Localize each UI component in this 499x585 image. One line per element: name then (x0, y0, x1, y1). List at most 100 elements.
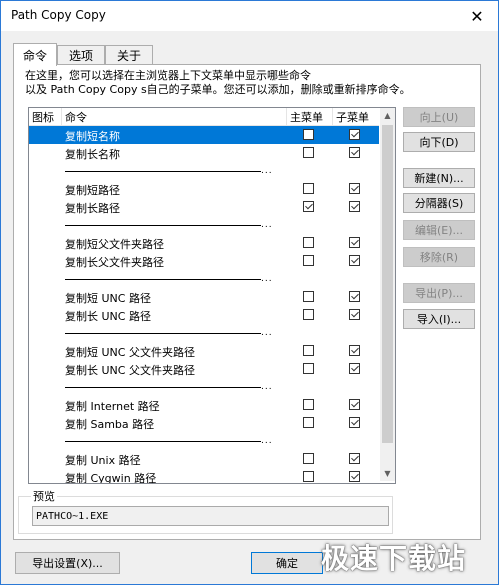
command-row[interactable]: 复制 Internet 路径 (29, 396, 379, 414)
main-menu-checkbox[interactable] (303, 345, 314, 356)
separator-dots: ... (261, 382, 273, 392)
separator-line (65, 387, 261, 388)
command-row[interactable]: 复制短父文件夹路径 (29, 234, 379, 252)
export-button[interactable]: 导出(P)... (403, 283, 475, 303)
main-menu-checkbox[interactable] (303, 417, 314, 428)
command-row[interactable]: 复制 Cygwin 路径 (29, 468, 379, 484)
command-label: 复制短父文件夹路径 (65, 238, 164, 251)
sub-menu-checkbox[interactable] (349, 471, 360, 482)
separator-dots: ... (261, 328, 273, 338)
main-menu-checkbox[interactable] (303, 453, 314, 464)
command-label: 复制短 UNC 父文件夹路径 (65, 346, 195, 359)
command-label: 复制短 UNC 路径 (65, 292, 151, 305)
main-menu-checkbox[interactable] (303, 201, 314, 212)
remove-button[interactable]: 移除(R) (403, 247, 475, 267)
header-icon[interactable]: 图标 (29, 108, 62, 125)
main-menu-checkbox[interactable] (303, 237, 314, 248)
move-up-button[interactable]: 向上(U) (403, 107, 475, 127)
sub-menu-checkbox[interactable] (349, 417, 360, 428)
sub-menu-checkbox[interactable] (349, 129, 360, 140)
main-menu-checkbox[interactable] (303, 471, 314, 482)
command-list[interactable]: 图标 命令 主菜单 子菜单 复制短名称复制长名称... 复制短路径 复制长路径...… (28, 107, 396, 484)
main-menu-checkbox[interactable] (303, 183, 314, 194)
sub-menu-checkbox[interactable] (349, 309, 360, 320)
sub-menu-checkbox[interactable] (349, 183, 360, 194)
command-label: 复制长名称 (65, 148, 120, 161)
main-menu-checkbox[interactable] (303, 129, 314, 140)
command-label: 复制 Internet 路径 (65, 400, 160, 413)
title-bar: Path Copy Copy ✕ (1, 1, 498, 31)
command-label: 复制长 UNC 路径 (65, 310, 151, 323)
separator-row[interactable]: ... (29, 270, 379, 288)
sub-menu-checkbox[interactable] (349, 147, 360, 158)
dialog-window: Path Copy Copy ✕ 命令 选项 关于 在这里，您可以选择在主浏览器… (0, 0, 499, 585)
edit-button[interactable]: 编辑(E)... (403, 220, 475, 240)
separator-button[interactable]: 分隔器(S) (403, 193, 475, 213)
command-label: 复制长 UNC 父文件夹路径 (65, 364, 195, 377)
separator-dots: ... (261, 274, 273, 284)
command-row[interactable]: 复制长 UNC 父文件夹路径 (29, 360, 379, 378)
command-label: 复制 Unix 路径 (65, 454, 141, 467)
command-row[interactable]: 复制短 UNC 父文件夹路径 (29, 342, 379, 360)
header-main-menu[interactable]: 主菜单 (287, 108, 333, 125)
scroll-down-icon[interactable]: ▼ (380, 466, 395, 481)
sub-menu-checkbox[interactable] (349, 237, 360, 248)
description-line-1: 在这里，您可以选择在主浏览器上下文菜单中显示哪些命令 (25, 69, 311, 82)
separator-row[interactable]: ... (29, 162, 379, 180)
sub-menu-checkbox[interactable] (349, 291, 360, 302)
separator-row[interactable]: ... (29, 378, 379, 396)
sub-menu-checkbox[interactable] (349, 453, 360, 464)
description-line-2: 以及 Path Copy Copy s自己的子菜单。您还可以添加，删除或重新排序… (25, 83, 411, 96)
separator-dots: ... (261, 220, 273, 230)
separator-row[interactable]: ... (29, 216, 379, 234)
sub-menu-checkbox[interactable] (349, 255, 360, 266)
separator-dots: ... (261, 436, 273, 446)
list-scrollbar[interactable]: ▲ ▼ (380, 108, 395, 481)
separator-row[interactable]: ... (29, 324, 379, 342)
command-row[interactable]: 复制短名称 (29, 126, 379, 144)
import-button[interactable]: 导入(I)... (403, 309, 475, 329)
main-menu-checkbox[interactable] (303, 255, 314, 266)
preview-field: PATHCO~1.EXE (32, 506, 389, 526)
preview-label: 预览 (31, 488, 57, 504)
command-row[interactable]: 复制长路径 (29, 198, 379, 216)
main-menu-checkbox[interactable] (303, 291, 314, 302)
tab-about[interactable]: 关于 (105, 45, 153, 65)
sub-menu-checkbox[interactable] (349, 201, 360, 212)
main-menu-checkbox[interactable] (303, 147, 314, 158)
export-settings-button[interactable]: 导出设置(X)... (15, 552, 120, 574)
header-sub-menu[interactable]: 子菜单 (333, 108, 379, 125)
command-row[interactable]: 复制长 UNC 路径 (29, 306, 379, 324)
command-row[interactable]: 复制长名称 (29, 144, 379, 162)
command-row[interactable]: 复制 Samba 路径 (29, 414, 379, 432)
tab-options[interactable]: 选项 (57, 45, 105, 65)
separator-row[interactable]: ... (29, 432, 379, 450)
list-header: 图标 命令 主菜单 子菜单 (29, 108, 379, 126)
separator-dots: ... (261, 166, 273, 176)
tab-commands[interactable]: 命令 (13, 43, 57, 66)
separator-line (65, 441, 261, 442)
command-row[interactable]: 复制短 UNC 路径 (29, 288, 379, 306)
sub-menu-checkbox[interactable] (349, 363, 360, 374)
separator-line (65, 225, 261, 226)
close-icon[interactable]: ✕ (466, 5, 488, 27)
sub-menu-checkbox[interactable] (349, 345, 360, 356)
separator-line (65, 171, 261, 172)
sub-menu-checkbox[interactable] (349, 399, 360, 410)
command-row[interactable]: 复制 Unix 路径 (29, 450, 379, 468)
command-label: 复制 Cygwin 路径 (65, 472, 157, 484)
main-menu-checkbox[interactable] (303, 309, 314, 320)
main-menu-checkbox[interactable] (303, 399, 314, 410)
command-label: 复制长父文件夹路径 (65, 256, 164, 269)
command-row[interactable]: 复制长父文件夹路径 (29, 252, 379, 270)
scroll-thumb[interactable] (382, 125, 393, 443)
scroll-up-icon[interactable]: ▲ (380, 108, 395, 123)
ok-button[interactable]: 确定 (251, 552, 323, 574)
main-menu-checkbox[interactable] (303, 363, 314, 374)
new-button[interactable]: 新建(N)... (403, 168, 475, 188)
watermark-logo: 极速下载站 (321, 542, 467, 575)
move-down-button[interactable]: 向下(D) (403, 132, 475, 152)
header-command[interactable]: 命令 (62, 108, 287, 125)
description: 在这里，您可以选择在主浏览器上下文菜单中显示哪些命令 以及 Path Copy … (25, 69, 411, 97)
command-row[interactable]: 复制短路径 (29, 180, 379, 198)
